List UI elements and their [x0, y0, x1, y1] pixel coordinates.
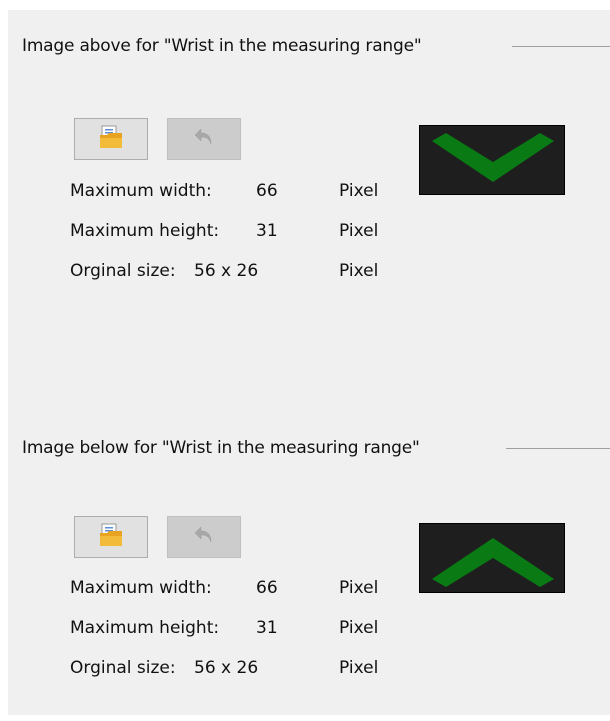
- max-height-unit-above: Pixel: [339, 221, 379, 241]
- max-height-label-below: Maximum height:: [70, 618, 220, 638]
- preview-image-below: [419, 523, 565, 593]
- max-height-label-above: Maximum height:: [70, 221, 220, 241]
- original-size-value-below: 56 x 26: [194, 658, 259, 678]
- max-width-value-below: 66: [256, 578, 278, 598]
- undo-arrow-icon: [191, 124, 217, 154]
- group-above-border: [512, 46, 610, 47]
- settings-panel: [8, 10, 610, 715]
- original-size-label-below: Orginal size:: [70, 658, 176, 678]
- chevron-up-icon: [420, 538, 566, 598]
- undo-image-below-button[interactable]: [167, 516, 241, 558]
- original-size-unit-above: Pixel: [339, 261, 379, 281]
- max-width-value-above: 66: [256, 181, 278, 201]
- undo-image-above-button[interactable]: [167, 118, 241, 160]
- group-above-title: Image above for "Wrist in the measuring …: [22, 36, 425, 56]
- original-size-unit-below: Pixel: [339, 658, 379, 678]
- max-width-label-above: Maximum width:: [70, 181, 212, 201]
- group-below-title: Image below for "Wrist in the measuring …: [22, 438, 423, 458]
- max-height-value-above: 31: [256, 221, 278, 241]
- max-width-unit-above: Pixel: [339, 181, 379, 201]
- preview-image-above: [419, 125, 565, 195]
- open-image-below-button[interactable]: [74, 516, 148, 558]
- folder-open-icon: [97, 521, 125, 553]
- max-height-value-below: 31: [256, 618, 278, 638]
- undo-arrow-icon: [191, 522, 217, 552]
- max-width-unit-below: Pixel: [339, 578, 379, 598]
- group-below-border: [506, 448, 610, 449]
- original-size-label-above: Orginal size:: [70, 261, 176, 281]
- max-height-unit-below: Pixel: [339, 618, 379, 638]
- original-size-value-above: 56 x 26: [194, 261, 259, 281]
- max-width-label-below: Maximum width:: [70, 578, 212, 598]
- chevron-down-icon: [420, 133, 566, 200]
- open-image-above-button[interactable]: [74, 118, 148, 160]
- folder-open-icon: [97, 123, 125, 155]
